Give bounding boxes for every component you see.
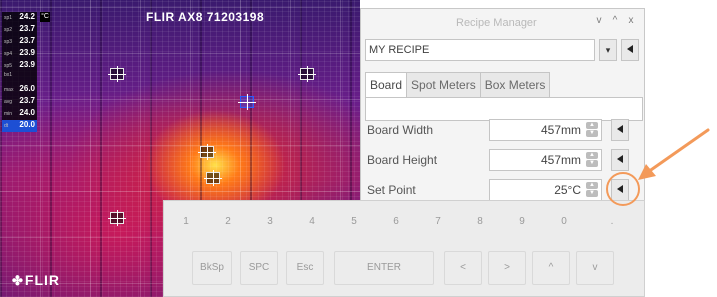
board-height-spinbox[interactable]: 457mm ▲ ▼ xyxy=(489,149,602,171)
up-arrow-icon[interactable]: ▲ xyxy=(586,152,598,159)
key-4[interactable]: 4 xyxy=(294,205,330,239)
key-escape[interactable]: Esc xyxy=(286,251,324,285)
spot-marker-sp3 xyxy=(238,94,256,110)
board-width-send-button[interactable] xyxy=(611,119,629,141)
window-title: Recipe Manager xyxy=(456,17,537,29)
board-height-row: Board Height 457mm ▲ ▼ xyxy=(367,149,642,173)
key-space[interactable]: SPC xyxy=(240,251,278,285)
play-left-icon xyxy=(627,45,633,53)
spot-marker-sp5 xyxy=(204,170,222,186)
key-left[interactable]: < xyxy=(444,251,482,285)
flir-logo: ✤FLIR xyxy=(12,272,61,288)
down-arrow-icon[interactable]: ▼ xyxy=(586,190,598,197)
recipe-name-field[interactable]: MY RECIPE xyxy=(365,39,595,61)
up-arrow-icon[interactable]: ▲ xyxy=(586,182,598,189)
key-right[interactable]: > xyxy=(488,251,526,285)
set-point-stepper[interactable]: ▲ ▼ xyxy=(586,182,598,198)
reading-min: min 24.0 xyxy=(4,108,35,117)
reading-sp5: sp5 23.9 xyxy=(4,60,35,69)
board-height-label: Board Height xyxy=(367,153,438,167)
board-height-stepper[interactable]: ▲ ▼ xyxy=(586,152,598,168)
reading-dt: dt 20.0 xyxy=(2,120,37,132)
spot-marker-sp6 xyxy=(108,210,126,226)
board-height-value: 457mm xyxy=(540,153,581,167)
reading-avg: avg 23.7 xyxy=(4,96,35,105)
board-width-value: 457mm xyxy=(540,123,581,137)
reading-sp3: sp3 23.7 xyxy=(4,36,35,45)
flir-logo-icon: ✤ xyxy=(12,273,24,288)
close-button[interactable]: x xyxy=(625,15,637,26)
recipe-manager-window: Recipe Manager v ^ x MY RECIPE ▾ Board S… xyxy=(360,8,645,213)
key-7[interactable]: 7 xyxy=(420,205,456,239)
board-width-row: Board Width 457mm ▲ ▼ xyxy=(367,119,642,143)
play-left-icon xyxy=(617,125,623,133)
maximize-button[interactable]: ^ xyxy=(609,15,621,26)
key-5[interactable]: 5 xyxy=(336,205,372,239)
board-width-label: Board Width xyxy=(367,123,434,137)
play-left-icon xyxy=(617,155,623,163)
spot-marker-sp4 xyxy=(198,144,216,160)
minimize-button[interactable]: v xyxy=(593,15,605,26)
camera-title: FLIR AX8 71203198 xyxy=(146,10,265,24)
key-0[interactable]: 0 xyxy=(546,205,582,239)
reading-sp1: sp1 24.2 xyxy=(4,12,35,21)
reading-sp2: sp2 23.7 xyxy=(4,24,35,33)
set-point-value: 25°C xyxy=(554,183,581,197)
reading-sp4: sp4 23.9 xyxy=(4,48,35,57)
tab-spot-meters[interactable]: Spot Meters xyxy=(406,72,481,98)
dropdown-icon: ▾ xyxy=(605,45,611,55)
down-arrow-icon[interactable]: ▼ xyxy=(586,130,598,137)
key-8[interactable]: 8 xyxy=(462,205,498,239)
reading-max: max 26.0 xyxy=(4,84,35,93)
measurement-panel: sp1 24.2 sp2 23.7 sp3 23.7 sp4 23.9 sp5 23.9 … xyxy=(2,12,37,132)
recipe-dropdown-button[interactable]: ▾ xyxy=(599,39,617,61)
board-width-stepper[interactable]: ▲ ▼ xyxy=(586,122,598,138)
recipe-selector: MY RECIPE ▾ xyxy=(365,39,643,63)
key-down[interactable]: v xyxy=(576,251,614,285)
title-bar: Recipe Manager v ^ x xyxy=(361,9,644,36)
unit-indicator: °C xyxy=(40,12,50,22)
key-enter[interactable]: ENTER xyxy=(334,251,434,285)
tab-content-strip xyxy=(365,97,643,121)
key-3[interactable]: 3 xyxy=(252,205,288,239)
board-height-send-button[interactable] xyxy=(611,149,629,171)
reading-bx1-header: bx1 xyxy=(4,72,13,78)
set-point-spinbox[interactable]: 25°C ▲ ▼ xyxy=(489,179,602,201)
recipe-load-button[interactable] xyxy=(621,39,639,61)
tab-board[interactable]: Board xyxy=(365,72,408,98)
key-backspace[interactable]: BkSp xyxy=(192,251,232,285)
spot-marker-sp2 xyxy=(298,66,316,82)
key-period[interactable]: . xyxy=(594,205,630,239)
spot-marker-sp1 xyxy=(108,66,126,82)
key-6[interactable]: 6 xyxy=(378,205,414,239)
tab-box-meters[interactable]: Box Meters xyxy=(479,72,551,98)
up-arrow-icon[interactable]: ▲ xyxy=(586,122,598,129)
key-2[interactable]: 2 xyxy=(210,205,246,239)
set-point-label: Set Point xyxy=(367,183,416,197)
callout-arrow-icon xyxy=(638,128,710,180)
tab-bar: Board Spot Meters Box Meters xyxy=(365,72,551,98)
key-up[interactable]: ^ xyxy=(532,251,570,285)
on-screen-keyboard: 1 2 3 4 5 6 7 8 9 0 . BkSp SPC Esc ENTER… xyxy=(163,200,645,297)
board-width-spinbox[interactable]: 457mm ▲ ▼ xyxy=(489,119,602,141)
key-9[interactable]: 9 xyxy=(504,205,540,239)
down-arrow-icon[interactable]: ▼ xyxy=(586,160,598,167)
key-1[interactable]: 1 xyxy=(168,205,204,239)
